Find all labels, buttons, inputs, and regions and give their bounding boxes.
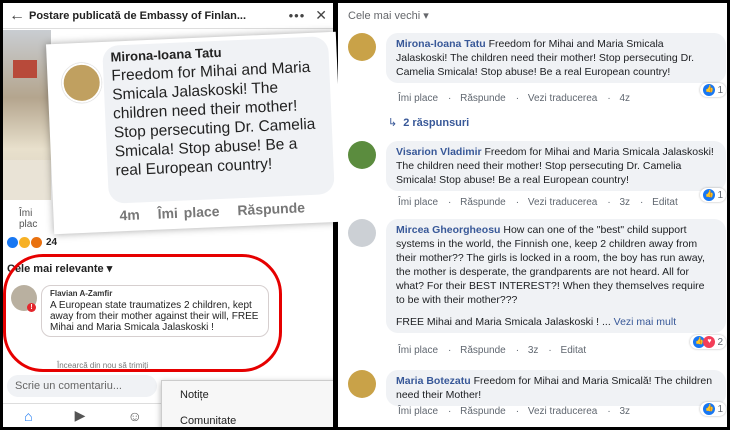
reply-arrow-icon: ↳ [388,117,398,129]
like-link[interactable]: Îmi place [398,345,438,356]
comment-time[interactable]: 3z [528,345,539,356]
more-options-icon[interactable]: ••• [289,8,306,23]
like-count-badge[interactable]: 👍 ♥ 2 [690,335,726,349]
profile-icon[interactable]: ☺ [128,408,142,424]
comment-actions: 4m Îmi place Răspunde [119,199,317,224]
avatar [348,33,376,61]
reply-link[interactable]: Răspunde [237,199,305,218]
comment-actions: Îmi place · Răspunde · Vezi traducerea · 4z [398,93,631,104]
zoomed-comment: Mirona-Ioana Tatu Freedom for Mihai and … [45,31,345,235]
like-link[interactable]: Îmi place [398,406,438,417]
comment-actions: Îmi place · Răspunde · 3z · Editat [398,345,587,356]
comment-author[interactable]: Maria Botezatu [396,375,471,387]
reply-link[interactable]: Răspunde [460,93,506,104]
popup-menu: Notițe Comunitate [161,380,333,427]
reply-link[interactable]: Răspunde [460,197,506,208]
comment-text: How can one of the "best" child support … [396,224,705,306]
comment-bubble: Mirona-Ioana Tatu Freedom for Mihai and … [386,33,726,83]
menu-item-notes[interactable]: Notițe [162,381,333,407]
comment-bubble: Visarion Vladimir Freedom for Mihai and … [386,141,726,191]
like-button[interactable]: Îmi plac [3,208,51,230]
view-replies-link[interactable]: ↳ 2 răspunsuri [388,116,469,129]
highlight-oval [3,254,282,372]
sort-dropdown[interactable]: Cele mai vechi ▾ [348,9,429,22]
heart-icon: ♥ [703,336,716,348]
like-icon: 👍 [703,403,716,415]
back-arrow-icon[interactable]: ← [9,7,29,25]
like-link[interactable]: Îmi place [157,203,220,222]
post-header: ← Postare publicată de Embassy of Finlan… [3,3,333,29]
like-count-badge[interactable]: 👍 1 [700,402,726,416]
avatar [348,141,376,169]
post-header-title: Postare publicată de Embassy of Finlan..… [29,9,247,22]
menu-item-community[interactable]: Comunitate [162,407,333,427]
avatar [348,219,376,247]
comment-time[interactable]: 3z [619,197,630,208]
reaction-summary[interactable]: 24 [7,237,57,248]
like-count-badge[interactable]: 👍 1 [700,83,726,97]
comment-bubble: Mirona-Ioana Tatu Freedom for Mihai and … [102,36,335,204]
edited-label: Editat [560,345,587,356]
bottom-nav: ⌂ ▶ ☺ [3,403,163,427]
comment-actions: Îmi place · Răspunde · Vezi traducerea · 3z… [398,197,678,208]
edited-label: Editat [652,197,678,208]
reply-link[interactable]: Răspunde [460,345,506,356]
translate-link[interactable]: Vezi traducerea [528,197,598,208]
like-icon: 👍 [703,189,716,201]
like-link[interactable]: Îmi place [398,197,438,208]
comment-bubble: Maria Botezatu Freedom for Mihai and Mar… [386,370,726,406]
avatar [60,62,103,104]
comment-time: 4m [119,206,141,224]
like-icon: 👍 [703,84,716,96]
comment-input[interactable]: Scrie un comentariu... [7,375,157,397]
chevron-down-icon: ▾ [423,10,429,22]
desktop-comments: Cele mai vechi ▾ Mirona-Ioana Tatu Freed… [338,3,727,427]
angry-reaction-icon [31,237,42,248]
comment-bubble: Mircea Gheorgheosu How can one of the "b… [386,219,726,333]
translate-link[interactable]: Vezi traducerea [528,406,598,417]
like-link[interactable]: Îmi place [398,93,438,104]
comment-time[interactable]: 4z [619,93,630,104]
comment-text: Freedom for Mihai and Maria Smicala Jala… [111,58,316,180]
home-icon[interactable]: ⌂ [24,408,32,424]
post-photo [3,30,51,200]
reaction-count: 24 [46,237,58,248]
translate-link[interactable]: Vezi traducerea [528,93,598,104]
comment-actions: Îmi place · Răspunde · Vezi traducerea · 3z [398,406,631,417]
comment-time[interactable]: 3z [619,406,630,417]
video-icon[interactable]: ▶ [75,407,86,424]
like-count-badge[interactable]: 👍 1 [700,188,726,202]
sad-reaction-icon [19,237,30,248]
comment-author[interactable]: Mirona-Ioana Tatu [396,38,486,50]
like-reaction-icon [7,237,18,248]
close-icon[interactable]: ✕ [315,7,327,24]
comment-text-continued: FREE Mihai and Maria Smicala Jalaskoski … [396,316,611,328]
reply-link[interactable]: Răspunde [460,406,506,417]
comment-author[interactable]: Visarion Vladimir [396,146,482,158]
avatar [348,370,376,398]
comment-author[interactable]: Mircea Gheorgheosu [396,224,500,236]
see-more-link[interactable]: Vezi mai mult [614,316,676,328]
